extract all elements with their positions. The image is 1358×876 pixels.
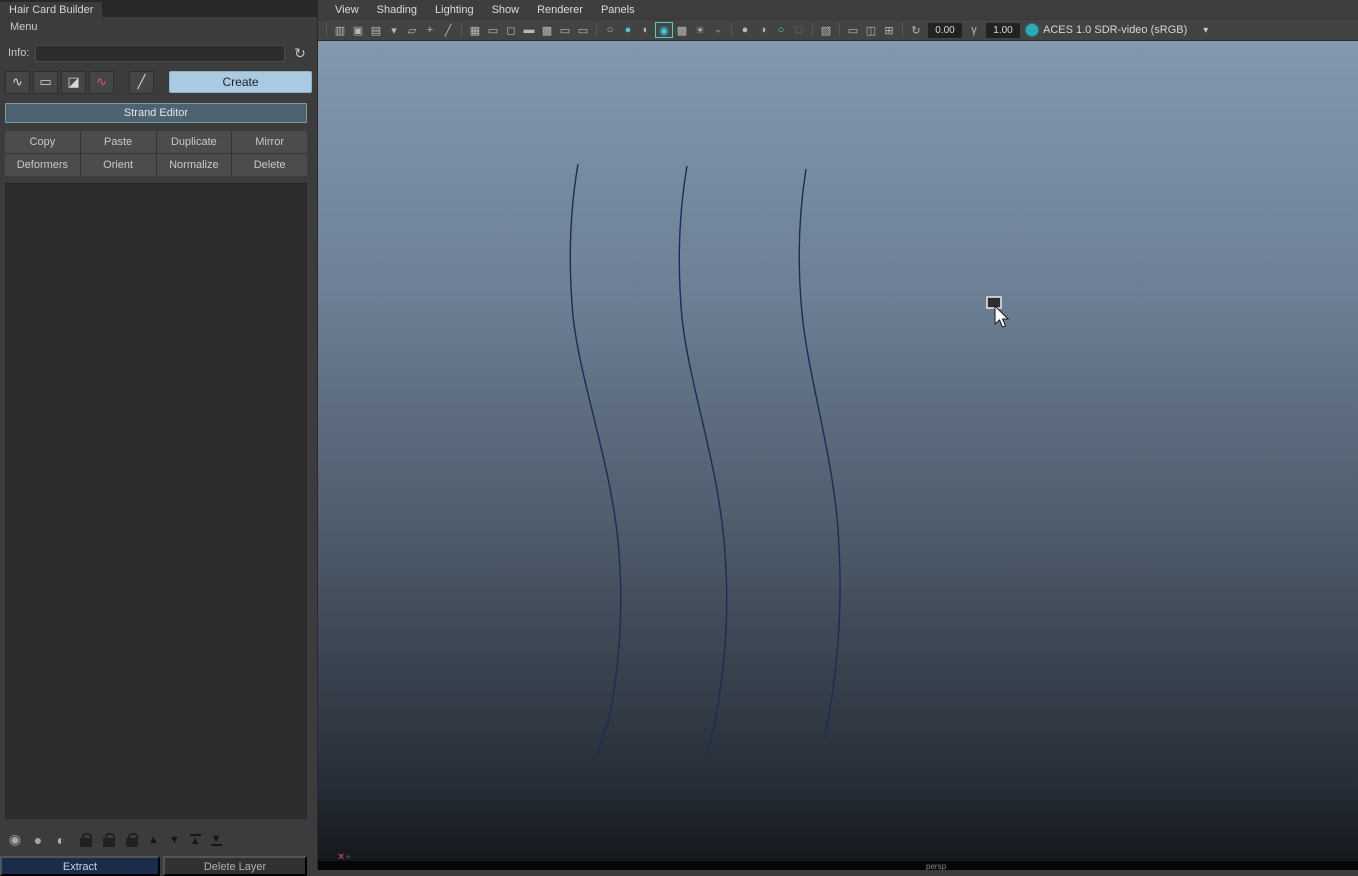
panel-menu-bar: Menu xyxy=(0,17,317,36)
lock-camera-icon[interactable]: ▣ xyxy=(349,22,367,38)
info-row: Info: ↻ xyxy=(8,43,309,63)
grease-pencil-icon[interactable]: ╱ xyxy=(439,22,457,38)
create-button[interactable]: Create xyxy=(169,71,312,93)
textured-shaded-icon[interactable]: ◉ xyxy=(655,22,673,38)
toolbar-separator xyxy=(461,23,462,37)
all-lights-icon[interactable]: ☀ xyxy=(691,22,709,38)
toolbar-separator xyxy=(839,23,840,37)
info-label: Info: xyxy=(8,47,30,59)
single-pane-icon[interactable]: ▭ xyxy=(844,22,862,38)
toolbar-separator xyxy=(596,23,597,37)
textured-icon[interactable]: ◐ xyxy=(637,22,655,38)
chevron-down-icon[interactable]: ▾ xyxy=(1203,25,1208,36)
bookmark-icon[interactable]: ▾ xyxy=(385,22,403,38)
layer-visibility-icon[interactable]: ◉ xyxy=(7,831,23,848)
motion-blur-icon[interactable]: ○ xyxy=(772,22,790,38)
lock-all-icon[interactable] xyxy=(126,832,138,847)
viewport-menu-bar: View Shading Lighting Show Renderer Pane… xyxy=(318,0,1358,19)
toolbar-separator xyxy=(326,23,327,37)
duplicate-button[interactable]: Duplicate xyxy=(156,131,232,153)
view-transform-icon[interactable] xyxy=(1025,23,1039,37)
viewport-region: View Shading Lighting Show Renderer Pane… xyxy=(318,0,1358,870)
extract-button[interactable]: Extract xyxy=(0,856,160,876)
four-pane-icon[interactable]: ⊞ xyxy=(880,22,898,38)
mouse-cursor xyxy=(986,296,1010,328)
resolution-gate-icon[interactable]: ◻ xyxy=(502,22,520,38)
layer-shading-icon[interactable]: ● xyxy=(30,832,46,848)
camera-attributes-icon[interactable]: ▤ xyxy=(367,22,385,38)
copy-button[interactable]: Copy xyxy=(5,131,80,153)
panel-menu[interactable]: Menu xyxy=(0,21,48,33)
hair-strand-curve[interactable] xyxy=(569,163,622,758)
viewport-menu-lighting[interactable]: Lighting xyxy=(426,4,483,16)
toolbar-separator xyxy=(731,23,732,37)
camera-label-strip: persp xyxy=(318,861,1358,870)
select-camera-icon[interactable]: ▥ xyxy=(331,22,349,38)
toolbar-separator xyxy=(902,23,903,37)
mirror-button[interactable]: Mirror xyxy=(232,131,307,153)
default-material-icon[interactable]: ▩ xyxy=(673,22,691,38)
ambient-occlusion-icon[interactable]: ● xyxy=(736,22,754,38)
grid-icon[interactable]: ▦ xyxy=(466,22,484,38)
hair-card-builder-panel: Hair Card Builder Menu Info: ↻ ∿ ▭ ◪ ∿ ╱… xyxy=(0,0,318,876)
lock-selected-icon[interactable] xyxy=(103,832,115,847)
gamma-field[interactable]: 1.00 xyxy=(986,22,1020,38)
depth-of-field-icon[interactable]: □ xyxy=(790,22,808,38)
safe-action-icon[interactable]: ▭ xyxy=(556,22,574,38)
pan-zoom-icon[interactable]: + xyxy=(421,22,439,38)
curve-tool-icon[interactable]: ∿ xyxy=(5,70,30,94)
isolate-select-icon[interactable]: ▧ xyxy=(817,22,835,38)
warp-curve-tool-icon[interactable]: ∿ xyxy=(89,70,114,94)
hair-strand-curve[interactable] xyxy=(798,168,841,741)
exposure-icon[interactable]: ↻ xyxy=(907,22,925,38)
layer-icon-row: ◉ ● ◐ ▲ ▼ ▲ ▼ xyxy=(0,827,317,852)
strand-layer-list[interactable] xyxy=(5,183,307,819)
viewport-menu-panels[interactable]: Panels xyxy=(592,4,644,16)
paste-button[interactable]: Paste xyxy=(80,131,156,153)
delete-button[interactable]: Delete xyxy=(232,154,307,176)
refresh-icon[interactable]: ↻ xyxy=(291,44,309,62)
layer-half-shade-icon[interactable]: ◐ xyxy=(53,832,69,848)
two-pane-icon[interactable]: ◫ xyxy=(862,22,880,38)
move-to-bottom-icon[interactable]: ▼ xyxy=(210,833,222,846)
sculpt-curve-tool-icon[interactable]: ◪ xyxy=(61,70,86,94)
toolbar-separator xyxy=(812,23,813,37)
strand-action-grid: Copy Paste Duplicate Mirror Deformers Or… xyxy=(5,131,307,176)
curve-tools-row: ∿ ▭ ◪ ∿ ╱ Create xyxy=(5,70,312,94)
hair-strand-curve[interactable] xyxy=(678,165,728,754)
exposure-field[interactable]: 0.00 xyxy=(928,22,962,38)
viewport-menu-view[interactable]: View xyxy=(326,4,368,16)
panel-tab-bar: Hair Card Builder xyxy=(0,0,317,19)
gamma-icon[interactable]: γ xyxy=(965,22,983,38)
orient-button[interactable]: Orient xyxy=(80,154,156,176)
safe-title-icon[interactable]: ▭ xyxy=(574,22,592,38)
anti-aliasing-icon[interactable]: ◑ xyxy=(754,22,772,38)
viewport-canvas[interactable]: ×+ persp xyxy=(318,41,1358,870)
move-down-icon[interactable]: ▼ xyxy=(169,834,180,845)
brush-tool-icon[interactable]: ╱ xyxy=(129,70,154,94)
image-plane-icon[interactable]: ▱ xyxy=(403,22,421,38)
viewport-menu-shading[interactable]: Shading xyxy=(368,4,426,16)
info-input[interactable] xyxy=(35,44,285,62)
gate-mask-icon[interactable]: ▬ xyxy=(520,22,538,38)
shaded-icon[interactable]: ● xyxy=(619,22,637,38)
strand-editor-button[interactable]: Strand Editor xyxy=(5,103,307,123)
viewport-drawing xyxy=(569,163,1010,758)
marquee-select-tool-icon[interactable]: ▭ xyxy=(33,70,58,94)
deformers-button[interactable]: Deformers xyxy=(5,154,80,176)
field-chart-icon[interactable]: ▩ xyxy=(538,22,556,38)
move-up-icon[interactable]: ▲ xyxy=(148,834,159,845)
viewport-menu-renderer[interactable]: Renderer xyxy=(528,4,592,16)
wireframe-icon[interactable]: ○ xyxy=(601,22,619,38)
colorspace-dropdown[interactable]: ACES 1.0 SDR-video (sRGB) xyxy=(1043,24,1187,36)
move-to-top-icon[interactable]: ▲ xyxy=(189,833,201,846)
shadows-icon[interactable]: ◒ xyxy=(709,22,727,38)
camera-label: persp xyxy=(926,862,947,870)
viewport-menu-show[interactable]: Show xyxy=(483,4,529,16)
normalize-button[interactable]: Normalize xyxy=(156,154,232,176)
viewport-toolbar: ▥ ▣ ▤ ▾ ▱ + ╱ ▦ ▭ ◻ ▬ ▩ ▭ ▭ ○ ● ◐ ◉ ▩ ☀ … xyxy=(318,19,1358,41)
film-gate-icon[interactable]: ▭ xyxy=(484,22,502,38)
lock-layer-icon[interactable] xyxy=(80,832,92,847)
delete-layer-button[interactable]: Delete Layer xyxy=(163,856,307,876)
